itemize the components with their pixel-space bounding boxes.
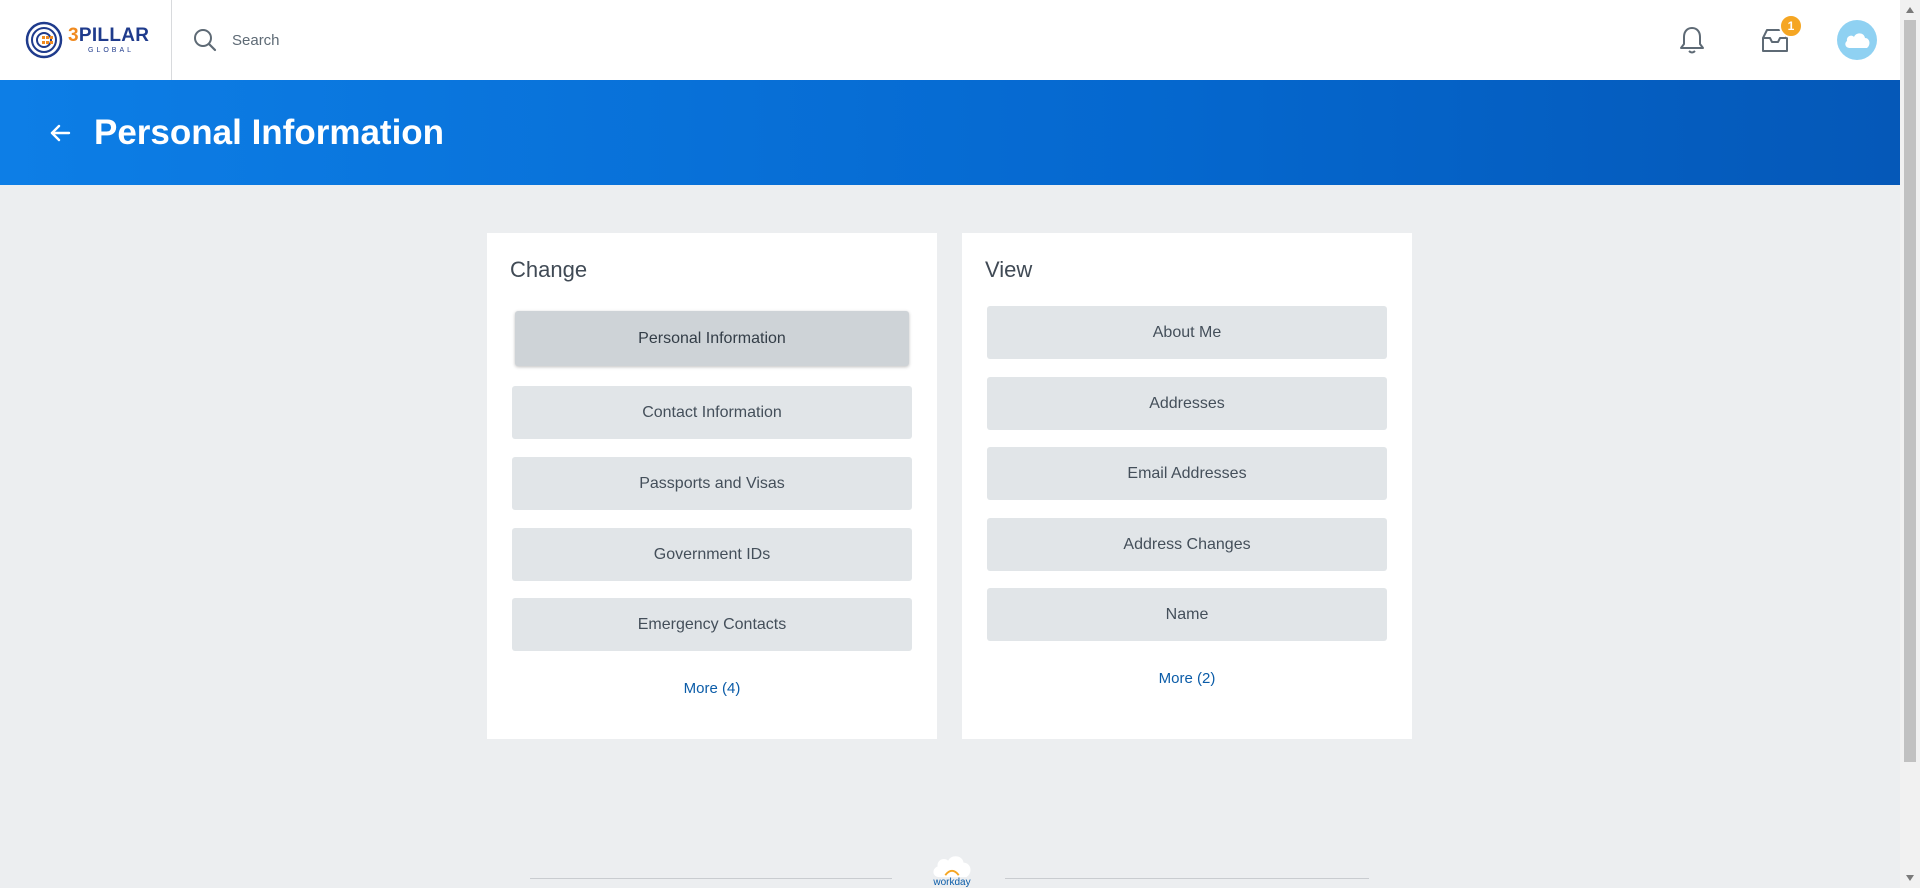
logo-text: 3PILLAR GLOBAL (68, 26, 149, 54)
page-title: Personal Information (94, 112, 445, 152)
workday-logo: workday (928, 854, 976, 888)
change-government-ids-button[interactable]: Government IDs (512, 528, 912, 581)
page-header: Personal Information (0, 80, 1900, 185)
arrow-left-icon (50, 124, 71, 141)
logo-word: PILLAR (78, 25, 150, 46)
inbox-button[interactable]: 1 (1755, 14, 1803, 60)
company-logo[interactable]: 3PILLAR GLOBAL (0, 0, 172, 80)
profile-avatar[interactable] (1837, 20, 1877, 60)
footer-divider-right (1005, 878, 1369, 879)
notifications-button[interactable] (1672, 20, 1712, 60)
workday-cloud-icon (933, 856, 971, 878)
inbox-badge: 1 (1779, 14, 1803, 38)
logo-number: 3 (68, 25, 79, 46)
scrollbar-thumb[interactable] (1904, 20, 1916, 762)
cloud-icon (1845, 33, 1870, 48)
change-card-title: Change (510, 257, 588, 282)
search-bar[interactable] (192, 20, 632, 60)
change-passports-visas-button[interactable]: Passports and Visas (512, 457, 912, 510)
change-emergency-contacts-button[interactable]: Emergency Contacts (512, 598, 912, 651)
back-button[interactable] (44, 117, 76, 149)
view-addresses-button[interactable]: Addresses (987, 377, 1387, 430)
view-address-changes-button[interactable]: Address Changes (987, 518, 1387, 571)
view-email-addresses-button[interactable]: Email Addresses (987, 447, 1387, 500)
view-name-button[interactable]: Name (987, 588, 1387, 641)
bell-icon (1680, 27, 1704, 54)
logo-mark-icon (25, 21, 63, 59)
search-input[interactable] (232, 31, 632, 49)
search-icon (194, 29, 217, 52)
scroll-up-icon[interactable] (1900, 2, 1920, 18)
change-card: Change Personal Information Contact Info… (487, 233, 937, 739)
change-more-link[interactable]: More (4) (487, 680, 937, 697)
view-more-link[interactable]: More (2) (962, 670, 1412, 687)
logo-main-text: 3PILLAR (68, 26, 149, 45)
top-bar: 3PILLAR GLOBAL 1 (0, 0, 1900, 80)
workday-text: workday (933, 877, 971, 888)
view-card: View About Me Addresses Email Addresses … (962, 233, 1412, 739)
change-contact-information-button[interactable]: Contact Information (512, 386, 912, 439)
scroll-down-icon[interactable] (1900, 870, 1920, 886)
change-personal-information-button[interactable]: Personal Information (515, 311, 909, 366)
page-scrollbar[interactable] (1900, 0, 1920, 888)
footer-divider-left (530, 878, 892, 879)
logo-sub-text: GLOBAL (88, 47, 135, 54)
view-card-title: View (985, 257, 1033, 282)
view-about-me-button[interactable]: About Me (987, 306, 1387, 359)
